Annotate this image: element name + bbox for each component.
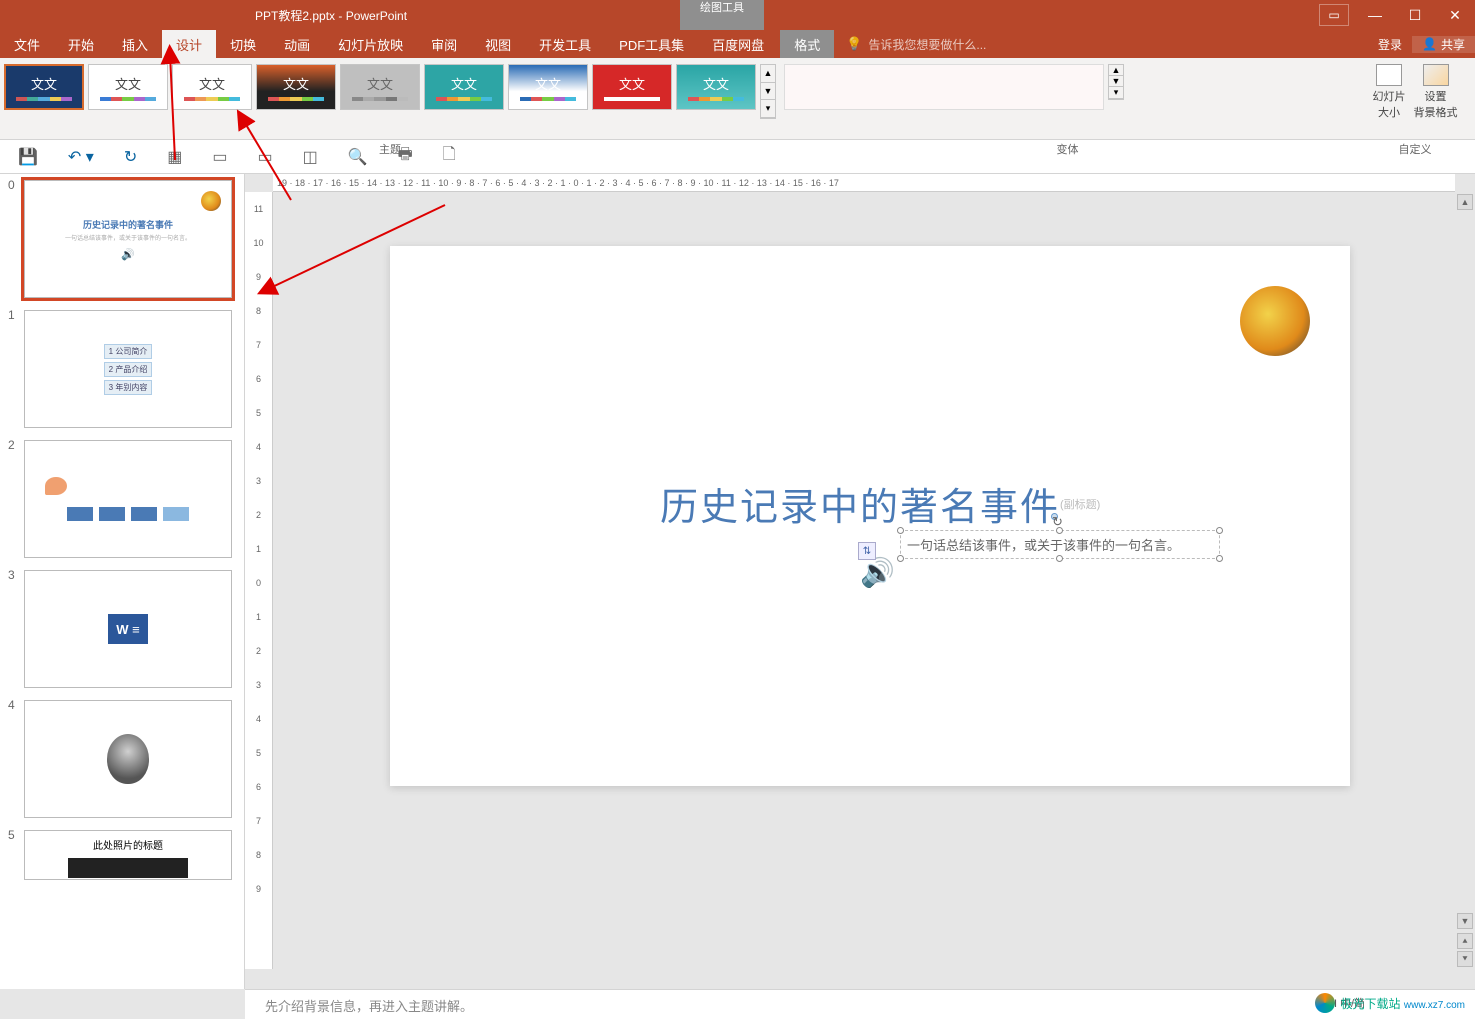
slide-image[interactable]: [1240, 286, 1310, 356]
scroll-up-button[interactable]: ▲: [1457, 194, 1473, 210]
tab-insert[interactable]: 插入: [108, 30, 162, 58]
scroll-down-button[interactable]: ▼: [1457, 913, 1473, 929]
login-link[interactable]: 登录: [1368, 36, 1412, 53]
tab-design[interactable]: 设计: [162, 30, 216, 58]
variant-thumb[interactable]: [784, 64, 1104, 110]
group-label-customize: 自定义: [1355, 141, 1475, 157]
theme-gallery: 文文 文文 文文 文文 文文 文文 文文 文文 文文 ▲▼▾: [0, 58, 780, 121]
variant-gallery-scroll[interactable]: ▲▼▾: [1108, 64, 1124, 100]
main-area: 0 历史记录中的著名事件 一句话总结该事件，或关于该事件的一句名言。 🔊 1 ★…: [0, 174, 1475, 989]
slide-subtitle-textbox[interactable]: 一句话总结该事件，或关于该事件的一句名言。 ↻: [900, 530, 1220, 559]
thumbnail-4[interactable]: 4: [0, 694, 244, 824]
maximize-button[interactable]: ☐: [1395, 0, 1435, 30]
slide-size-icon: [1376, 64, 1402, 86]
slide-title-hint: (副标题): [1060, 496, 1100, 512]
slide-canvas[interactable]: 历史记录中的著名事件 (副标题) 一句话总结该事件，或关于该事件的一句名言。 ↻…: [390, 246, 1350, 786]
tab-home[interactable]: 开始: [54, 30, 108, 58]
slide-editor: 19 · 18 · 17 · 16 · 15 · 14 · 13 · 12 · …: [245, 174, 1475, 989]
tab-view[interactable]: 视图: [471, 30, 525, 58]
slide-size-button[interactable]: 幻灯片 大小: [1373, 64, 1406, 133]
tab-pdftools[interactable]: PDF工具集: [605, 30, 698, 58]
thumbnail-1[interactable]: 1 ★ 1 公司简介 2 产品介绍 3 年别内容: [0, 304, 244, 434]
prev-slide-button[interactable]: ⯅: [1457, 933, 1473, 949]
tab-baidupan[interactable]: 百度网盘: [698, 30, 778, 58]
tab-slideshow[interactable]: 幻灯片放映: [324, 30, 417, 58]
theme-thumb-8[interactable]: 文文: [592, 64, 672, 110]
ribbon-display-options-button[interactable]: ▭: [1319, 4, 1349, 26]
ribbon-content: 文文 文文 文文 文文 文文 文文 文文 文文 文文 ▲▼▾ 主题 ▲▼▾ 变体…: [0, 58, 1475, 140]
tell-me-search[interactable]: 💡 告诉我您想要做什么...: [846, 30, 986, 58]
theme-gallery-scroll[interactable]: ▲▼▾: [760, 64, 776, 119]
close-button[interactable]: ✕: [1435, 0, 1475, 30]
theme-thumb-6[interactable]: 文文: [424, 64, 504, 110]
smart-tag-icon[interactable]: ⇅: [858, 542, 876, 560]
thumbnail-0[interactable]: 0 历史记录中的著名事件 一句话总结该事件，或关于该事件的一句名言。 🔊: [0, 174, 244, 304]
audio-icon: 🔊: [121, 248, 135, 261]
format-background-button[interactable]: 设置 背景格式: [1414, 64, 1458, 133]
group-label-variants: 变体: [780, 141, 1355, 157]
share-icon: 👤: [1422, 37, 1437, 51]
title-bar: PPT教程2.pptx - PowerPoint 绘图工具 ▭ — ☐ ✕: [0, 0, 1475, 30]
format-background-icon: [1423, 64, 1449, 86]
minimize-button[interactable]: —: [1355, 0, 1395, 30]
tab-transition[interactable]: 切换: [216, 30, 270, 58]
tab-file[interactable]: 文件: [0, 30, 54, 58]
watermark-logo-icon: [1315, 993, 1335, 1013]
notes-pane[interactable]: 先介绍背景信息，再进入主题讲解。: [245, 989, 1475, 1019]
slide-thumbnails-panel[interactable]: 0 历史记录中的著名事件 一句话总结该事件，或关于该事件的一句名言。 🔊 1 ★…: [0, 174, 245, 989]
tab-format[interactable]: 格式: [780, 30, 834, 58]
lightbulb-icon: 💡: [846, 36, 862, 52]
audio-icon[interactable]: 🔊: [860, 556, 902, 594]
share-button[interactable]: 👤 共享: [1412, 36, 1475, 53]
theme-thumb-7[interactable]: 文文: [508, 64, 588, 110]
tab-review[interactable]: 审阅: [417, 30, 471, 58]
ribbon-tabs: 文件 开始 插入 设计 切换 动画 幻灯片放映 审阅 视图 开发工具 PDF工具…: [0, 30, 1475, 58]
portrait-image: [107, 734, 149, 784]
horizontal-ruler[interactable]: 19 · 18 · 17 · 16 · 15 · 14 · 13 · 12 · …: [273, 174, 1455, 192]
tab-animation[interactable]: 动画: [270, 30, 324, 58]
slide-title-text[interactable]: 历史记录中的著名事件: [660, 476, 1060, 531]
theme-thumb-1[interactable]: 文文: [4, 64, 84, 110]
thumbnail-3[interactable]: 3 ★ W ≡: [0, 564, 244, 694]
theme-thumb-5[interactable]: 文文: [340, 64, 420, 110]
theme-thumb-3[interactable]: 文文: [172, 64, 252, 110]
watermark: 极光下载站 www.xz7.com: [1315, 993, 1465, 1013]
next-slide-button[interactable]: ⯆: [1457, 951, 1473, 967]
group-label-themes: 主题: [0, 141, 780, 157]
tab-developer[interactable]: 开发工具: [525, 30, 605, 58]
theme-thumb-9[interactable]: 文文: [676, 64, 756, 110]
theme-thumb-2[interactable]: 文文: [88, 64, 168, 110]
vertical-ruler[interactable]: 11109876543210123456789: [245, 192, 273, 969]
window-title: PPT教程2.pptx - PowerPoint: [255, 7, 407, 24]
thumbnail-5[interactable]: 5 此处照片的标题: [0, 824, 244, 886]
theme-thumb-4[interactable]: 文文: [256, 64, 336, 110]
thumbnail-2[interactable]: 2 ★: [0, 434, 244, 564]
contextual-tool-label: 绘图工具: [680, 0, 764, 30]
tell-me-placeholder: 告诉我您想要做什么...: [868, 36, 986, 53]
